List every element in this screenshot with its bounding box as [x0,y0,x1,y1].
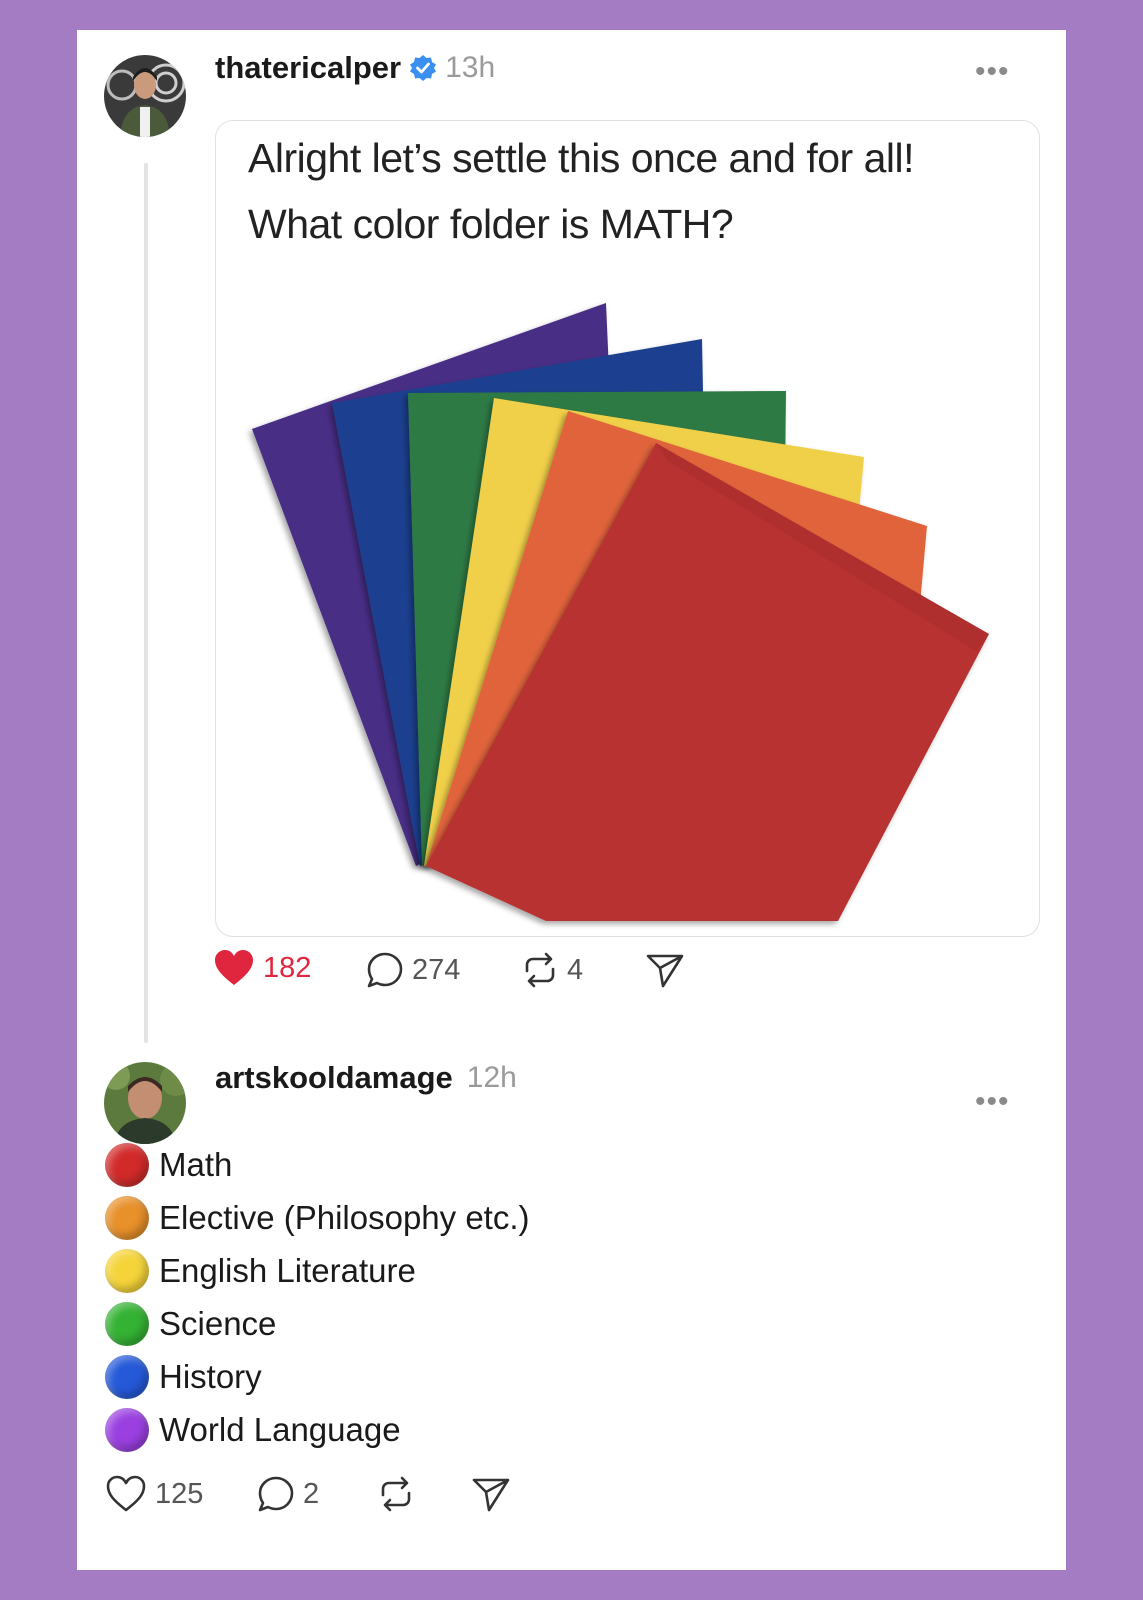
thread-line [144,163,148,1043]
heart-outline-icon [105,1475,147,1513]
share-button[interactable] [645,951,685,989]
list-item-label: Math [159,1146,233,1183]
list-item: English Literature [105,1249,416,1293]
reply-comment-count: 2 [303,1477,320,1510]
send-icon [471,1475,511,1513]
reply-like-count: 125 [155,1477,204,1510]
comment-count: 274 [412,953,461,986]
verified-badge-icon [409,54,437,82]
green-circle-icon [105,1302,149,1346]
reply-share-button[interactable] [471,1475,511,1513]
red-circle-icon [105,1143,149,1187]
repost-button[interactable]: 4 [521,951,583,989]
reply-repost-button[interactable] [377,1475,415,1513]
list-item-label: History [159,1358,262,1395]
reply-comment-button[interactable]: 2 [257,1475,319,1513]
comment-icon [366,951,404,989]
yellow-circle-icon [105,1249,149,1293]
meme-caption-line-1: Alright let’s settle this once and for a… [248,135,915,181]
reply-like-button[interactable]: 125 [105,1475,203,1513]
author-username[interactable]: thatericalper [215,50,401,86]
reply-more-options-button[interactable]: ••• [975,1087,1010,1117]
list-item-label: Science [159,1305,277,1342]
list-item: History [105,1355,262,1399]
list-item: Math [105,1143,232,1187]
repost-icon [377,1475,415,1513]
meme-caption: Alright let’s settle this once and for a… [248,125,915,257]
heart-filled-icon [213,949,255,987]
list-item: Elective (Philosophy etc.) [105,1196,530,1240]
reply-username[interactable]: artskooldamage [215,1060,453,1096]
list-item: World Language [105,1408,401,1452]
repost-icon [521,951,559,989]
comment-icon [257,1475,295,1513]
reply-timestamp: 12h [466,1061,517,1094]
list-item-label: World Language [159,1411,401,1448]
list-item-label: English Literature [159,1252,416,1289]
reply-author-avatar[interactable] [104,1062,186,1144]
repost-count: 4 [567,953,584,986]
orange-circle-icon [105,1196,149,1240]
post-more-options-button[interactable]: ••• [975,57,1010,87]
like-button[interactable]: 182 [213,949,311,987]
post-timestamp: 13h [445,51,496,84]
list-item: Science [105,1302,276,1346]
blue-circle-icon [105,1355,149,1399]
like-count: 182 [263,951,312,984]
feed-card: thatericalper 13h ••• Alright let’s sett… [77,30,1066,1570]
list-item-label: Elective (Philosophy etc.) [159,1199,530,1236]
purple-circle-icon [105,1408,149,1452]
send-icon [645,951,685,989]
author-avatar[interactable] [104,55,186,137]
comment-button[interactable]: 274 [366,951,460,989]
reply-header: artskooldamage 12h [215,1060,517,1096]
post-header: thatericalper 13h [215,50,495,86]
post-image[interactable]: Alright let’s settle this once and for a… [215,120,1040,937]
meme-caption-line-2: What color folder is MATH? [248,201,734,247]
